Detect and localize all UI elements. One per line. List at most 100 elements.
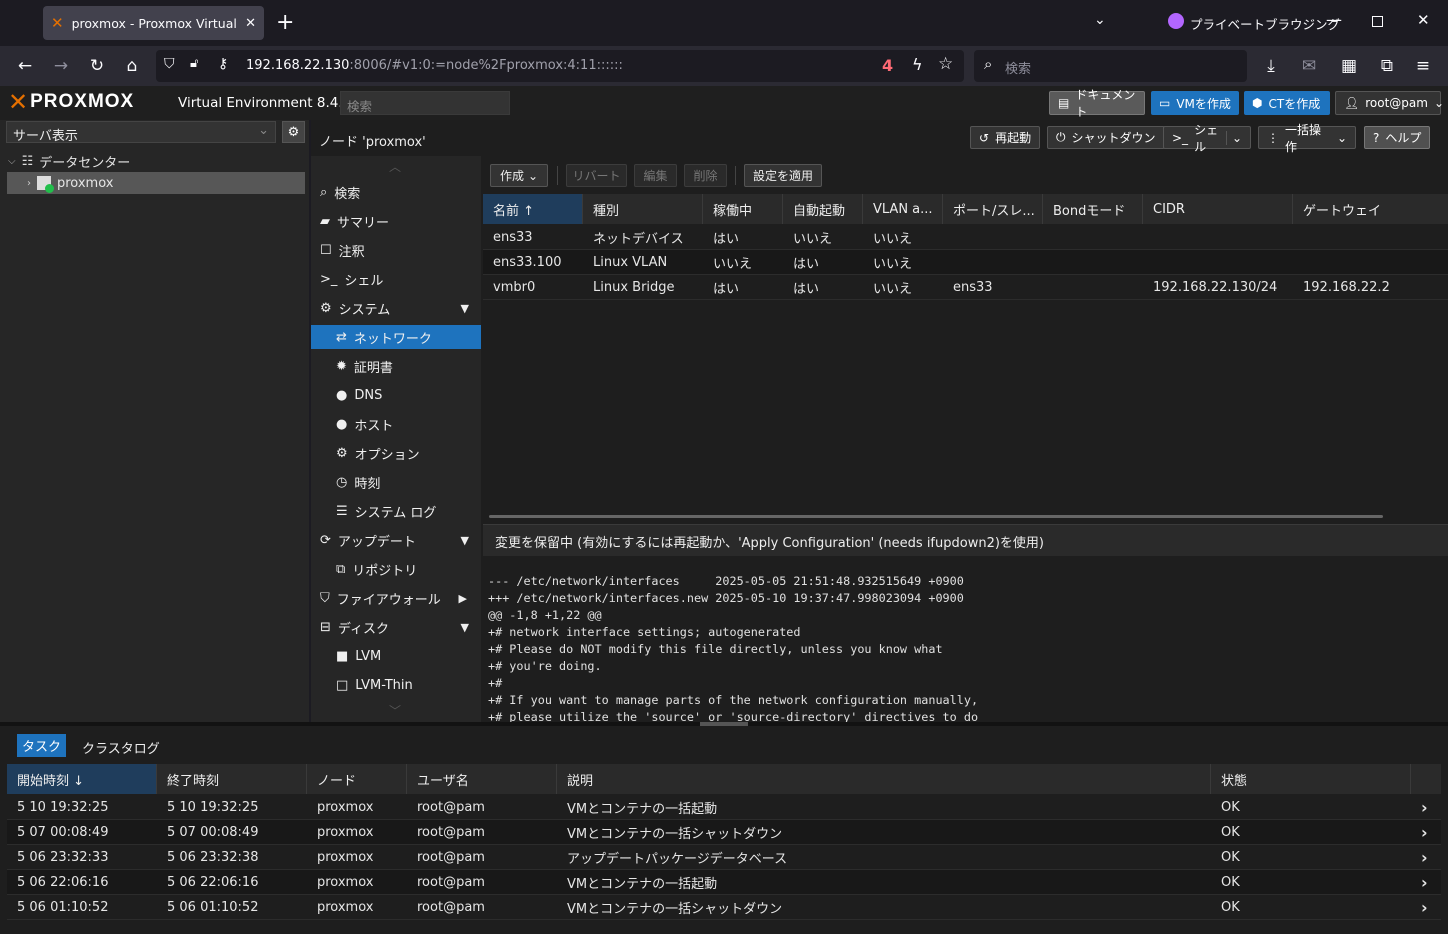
- column-header-bond-mode[interactable]: Bondモード: [1043, 194, 1143, 224]
- column-header-type[interactable]: 種別: [583, 194, 703, 224]
- expand-arrow-icon[interactable]: ›: [27, 178, 31, 189]
- menu-system[interactable]: ⚙ システム ▼: [311, 296, 481, 320]
- column-header-vlan-aware[interactable]: VLAN a...: [863, 194, 943, 224]
- menu-firewall[interactable]: ⛉ ファイアウォール ▶: [311, 586, 481, 610]
- row-detail-chevron-icon[interactable]: ›: [1411, 795, 1428, 820]
- url-text[interactable]: 192.168.22.130:8006/#v1:0:=node%2Fproxmo…: [246, 58, 623, 73]
- menu-certificates[interactable]: ✹ 証明書: [311, 354, 481, 378]
- shell-button[interactable]: >_ シェル ⌄: [1163, 123, 1251, 154]
- menu-time[interactable]: ◷ 時刻: [311, 470, 481, 494]
- tree-settings-button[interactable]: ⚙: [282, 121, 305, 143]
- remove-button[interactable]: 削除: [684, 164, 727, 187]
- column-header-cidr[interactable]: CIDR: [1143, 194, 1293, 224]
- hamburger-menu-icon[interactable]: ≡: [1410, 54, 1436, 78]
- caret-down-icon[interactable]: ▼: [461, 302, 469, 315]
- new-tab-button[interactable]: +: [276, 10, 294, 35]
- column-header-autostart[interactable]: 自動起動: [783, 194, 863, 224]
- chevron-down-icon: ⌄: [258, 123, 269, 138]
- browser-tab[interactable]: ✕ proxmox - Proxmox Virtual Environment …: [43, 6, 264, 40]
- square-icon: ■: [336, 648, 349, 664]
- row-detail-chevron-icon[interactable]: ›: [1411, 870, 1428, 895]
- tab-cluster-log[interactable]: クラスタログ: [82, 738, 160, 757]
- help-button[interactable]: ? ヘルプ: [1364, 126, 1431, 149]
- extension-badge-count[interactable]: 4: [882, 56, 893, 75]
- reboot-button[interactable]: ↺ 再起動: [970, 126, 1041, 149]
- menu-network[interactable]: ⇄ ネットワーク: [311, 325, 481, 349]
- menu-shell[interactable]: >_ シェル: [311, 267, 481, 291]
- create-ct-button[interactable]: ⬢ CTを作成: [1244, 91, 1330, 115]
- menu-updates[interactable]: ⟳ アップデート ▼: [311, 528, 481, 552]
- scroll-down-icon[interactable]: ﹀: [389, 702, 401, 719]
- menu-syslog[interactable]: ☰ システム ログ: [311, 499, 481, 523]
- row-detail-chevron-icon[interactable]: ›: [1411, 895, 1428, 920]
- tab-tasks[interactable]: タスク: [17, 734, 66, 757]
- column-header-node[interactable]: ノード: [307, 764, 407, 794]
- tracking-shield-icon[interactable]: ⛉: [164, 56, 175, 72]
- menu-disks[interactable]: ⊟ ディスク ▼: [311, 615, 481, 639]
- column-header-name[interactable]: 名前 ↑: [483, 194, 583, 224]
- column-header-active[interactable]: 稼働中: [703, 194, 783, 224]
- column-header-start-time[interactable]: 開始時刻 ↓: [7, 764, 157, 794]
- menu-lvm[interactable]: ■ LVM: [311, 644, 481, 668]
- close-tab-icon[interactable]: ✕: [245, 16, 256, 31]
- menu-summary[interactable]: ▰ サマリー: [311, 209, 481, 233]
- documentation-button[interactable]: ▤ ドキュメント: [1049, 88, 1145, 119]
- url-bar[interactable]: ⛉ 🔓︎ ⚷ 192.168.22.130:8006/#v1:0:=node%2…: [156, 50, 964, 82]
- menu-hosts[interactable]: ● ホスト: [311, 412, 481, 436]
- header-search-input[interactable]: 検索: [340, 91, 510, 115]
- list-all-tabs-icon[interactable]: ⌄: [1094, 12, 1106, 28]
- edit-button[interactable]: 編集: [634, 164, 677, 187]
- downloads-icon[interactable]: ⤓: [1258, 54, 1284, 78]
- column-header-user[interactable]: ユーザ名: [407, 764, 557, 794]
- close-window-icon[interactable]: ✕: [1417, 11, 1430, 29]
- column-header-ports-slaves[interactable]: ポート/スレ...: [943, 194, 1043, 224]
- column-header-description[interactable]: 説明: [557, 764, 1211, 794]
- column-header-status[interactable]: 状態: [1211, 764, 1411, 794]
- forward-icon[interactable]: →: [48, 54, 74, 78]
- bookmark-star-icon[interactable]: ☆: [938, 54, 953, 74]
- certificate-icon: ✹: [336, 358, 347, 374]
- extensions-puzzle-icon[interactable]: ⧉: [1374, 54, 1400, 78]
- menu-lvm-label: LVM: [355, 648, 382, 664]
- tree-item-datacenter[interactable]: ⌵ ☷ データセンター: [8, 150, 130, 172]
- shutdown-button[interactable]: ⏻ シャットダウン: [1047, 126, 1165, 149]
- caret-down-icon[interactable]: ▼: [461, 534, 469, 547]
- menu-dns[interactable]: ● DNS: [311, 383, 481, 407]
- user-menu-button[interactable]: 👤︎ root@pam ⌄: [1335, 91, 1444, 115]
- revert-button[interactable]: リバート: [566, 164, 627, 187]
- menu-notes[interactable]: ☐ 注釈: [311, 238, 481, 262]
- mail-icon[interactable]: ✉: [1296, 54, 1322, 78]
- scroll-up-icon[interactable]: ︿: [389, 158, 401, 175]
- tree-item-node-proxmox[interactable]: › proxmox: [7, 172, 305, 194]
- home-icon[interactable]: ⌂: [119, 54, 145, 78]
- minimize-window-icon[interactable]: —: [1326, 10, 1342, 29]
- permissions-key-icon[interactable]: ⚷: [218, 56, 228, 72]
- reload-icon[interactable]: ↻: [84, 54, 110, 78]
- create-vm-button[interactable]: ▭ VMを作成: [1151, 91, 1239, 115]
- apply-configuration-button[interactable]: 設定を適用: [744, 164, 822, 187]
- row-detail-chevron-icon[interactable]: ›: [1411, 820, 1428, 845]
- menu-search[interactable]: ⌕ 検索: [311, 180, 481, 204]
- bulk-actions-button[interactable]: ⋮ 一括操作 ⌄: [1258, 123, 1356, 154]
- caret-right-icon[interactable]: ▶: [459, 592, 467, 605]
- chevron-down-icon[interactable]: ⌄: [1225, 130, 1242, 145]
- expand-arrow-icon[interactable]: ⌵: [8, 156, 16, 167]
- maximize-window-icon[interactable]: [1372, 16, 1383, 27]
- menu-options[interactable]: ⚙ オプション: [311, 441, 481, 465]
- column-header-gateway[interactable]: ゲートウェイ: [1293, 194, 1448, 224]
- insecure-lock-icon[interactable]: 🔓︎: [190, 56, 198, 71]
- column-header-end-time[interactable]: 終了時刻: [157, 764, 307, 794]
- caret-down-icon[interactable]: ▼: [461, 621, 469, 634]
- create-button[interactable]: 作成 ⌄: [490, 164, 548, 187]
- browser-search-bar[interactable]: ⌕ 検索: [974, 50, 1247, 82]
- view-select[interactable]: サーバ表示 ⌄: [6, 121, 276, 144]
- row-detail-chevron-icon[interactable]: ›: [1411, 845, 1428, 870]
- cell-cidr: 192.168.22.130/24: [1153, 280, 1278, 295]
- cell-name: ens33.100: [493, 255, 562, 270]
- qr-code-icon[interactable]: ▦: [1336, 54, 1362, 78]
- back-icon[interactable]: ←: [12, 54, 38, 78]
- horizontal-scrollbar[interactable]: [489, 515, 1383, 518]
- lightning-icon[interactable]: ϟ: [912, 55, 923, 74]
- menu-lvm-thin[interactable]: □ LVM-Thin: [311, 673, 481, 697]
- menu-repositories[interactable]: ⧉ リポジトリ: [311, 557, 481, 581]
